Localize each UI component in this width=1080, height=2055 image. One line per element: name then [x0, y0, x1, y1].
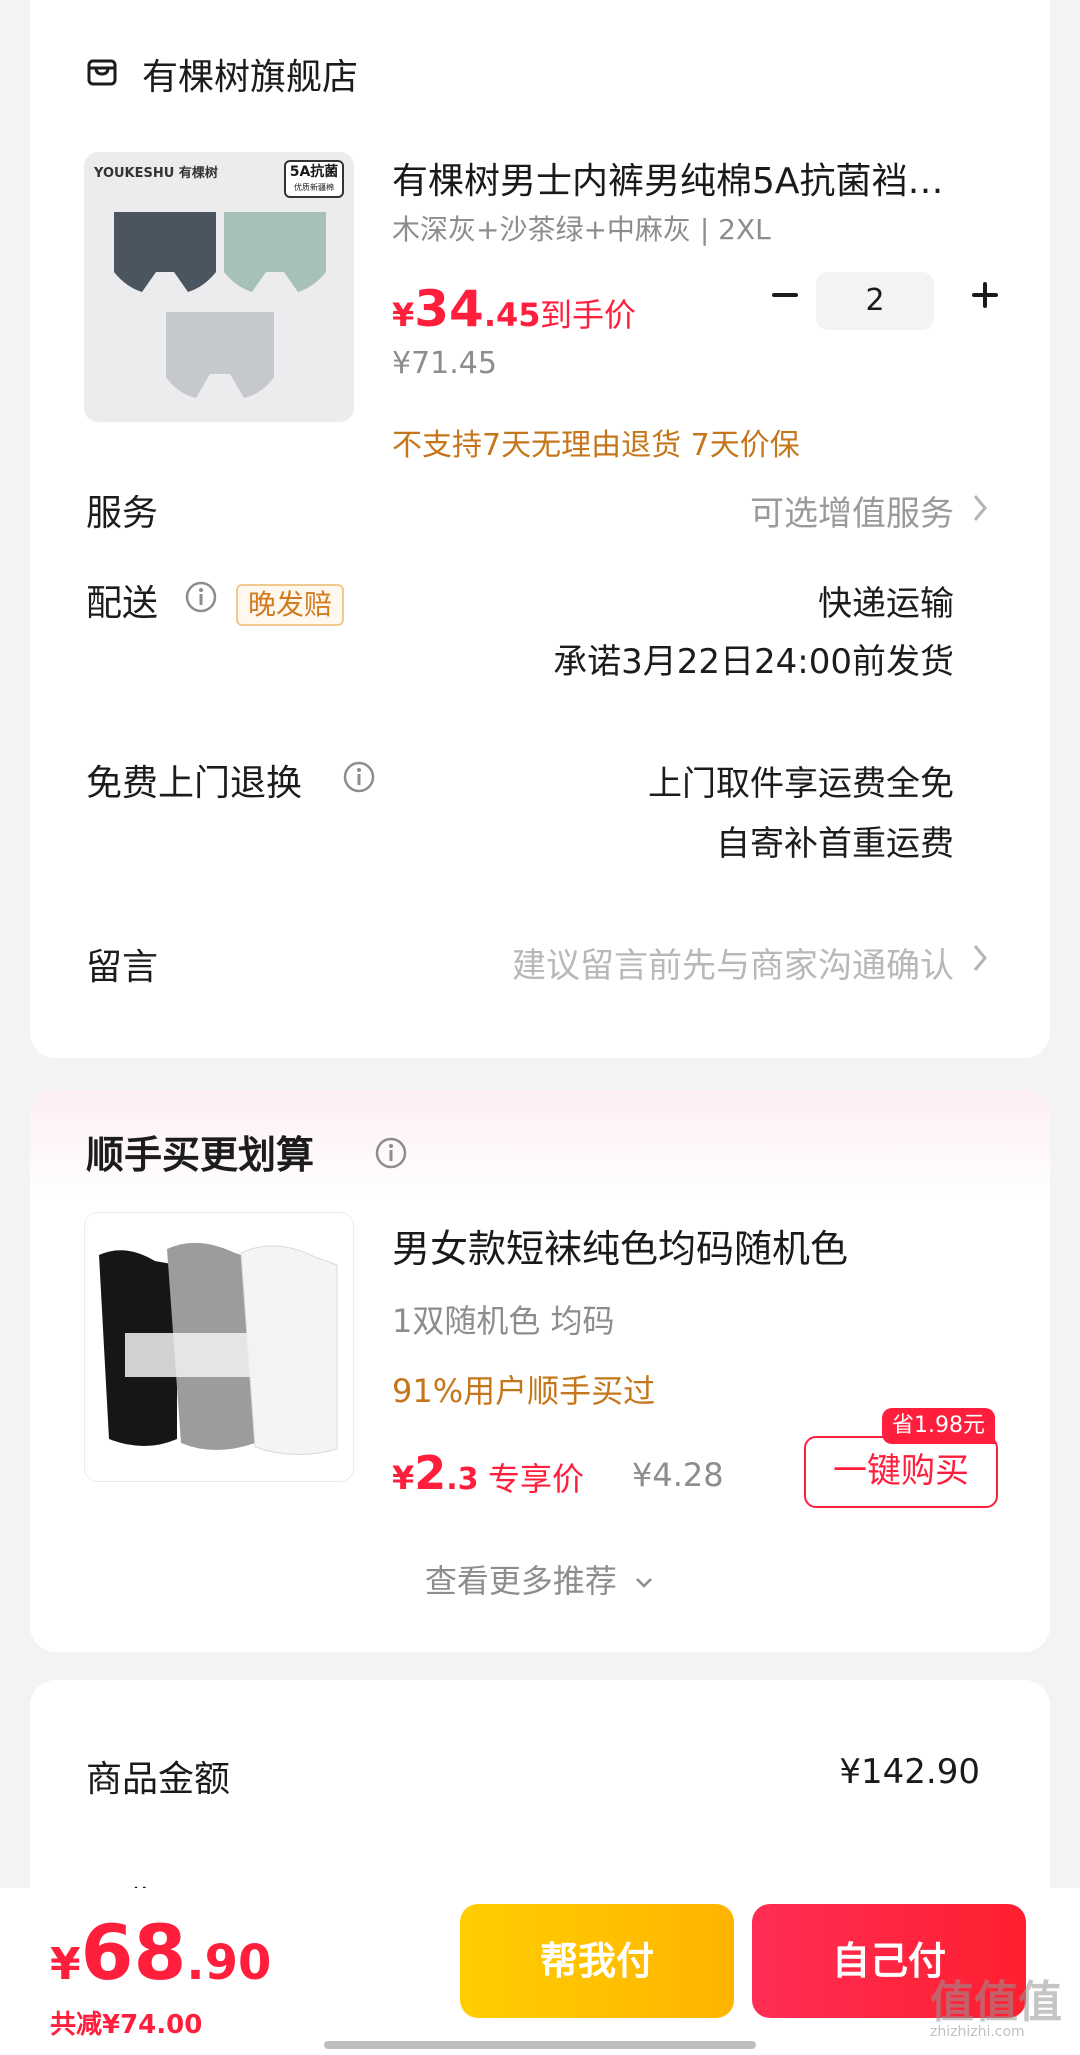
store-icon — [87, 59, 117, 86]
addon-card: 顺手买更划算 男女款短袜纯色均码随机色 1双随机色 均码 91%用户顺手买过 ¥… — [30, 1090, 1050, 1652]
order-card: 有棵树旗舰店 YOUKESHU 有棵树 5A抗菌 优质新疆棉 有棵树男士内裤男纯… — [30, 0, 1050, 1058]
chevron-down-icon — [636, 1578, 652, 1588]
product-policy: 不支持7天无理由退货 7天价保 — [392, 428, 800, 463]
return-label: 免费上门退换 — [86, 763, 303, 804]
watermark: 值值值 — [930, 1977, 1062, 2028]
addon-spec: 1双随机色 均码 — [392, 1302, 615, 1340]
price-decimal: .45 — [483, 296, 541, 334]
service-value[interactable]: 可选增值服务 — [750, 486, 954, 535]
goods-amount-label: 商品金额 — [86, 1759, 231, 1800]
quantity-input[interactable]: 2 — [816, 272, 934, 330]
more-recommendations-label: 查看更多推荐 — [424, 1562, 617, 1600]
total-discount: 共减¥74.00 — [50, 2010, 203, 2040]
goods-amount-value: ¥142.90 — [839, 1752, 980, 1792]
pay-for-me-button[interactable]: 帮我付 — [460, 1904, 734, 2018]
delivery-method: 快递运输 — [818, 584, 954, 624]
socks-image[interactable] — [84, 1212, 354, 1482]
price-decimal: .90 — [186, 1935, 272, 1991]
message-input[interactable]: 建议留言前先与商家沟通确认 — [512, 938, 954, 987]
service-label: 服务 — [86, 493, 159, 534]
message-label: 留言 — [86, 947, 159, 988]
return-line1: 上门取件享运费全免 — [648, 764, 954, 804]
product-spec[interactable]: 木深灰+沙茶绿+中麻灰 | 2XL — [392, 208, 771, 248]
addon-original-price: ¥4.28 — [632, 1456, 724, 1494]
price-tag: 到手价 — [540, 296, 637, 334]
save-badge: 省1.98元 — [882, 1408, 995, 1444]
delivery-label: 配送 — [86, 583, 159, 624]
price-integer: 68 — [80, 1908, 187, 1997]
return-line2: 自寄补首重运费 — [716, 824, 954, 864]
original-price: ¥71.45 — [392, 346, 497, 381]
chevron-right-icon[interactable] — [970, 942, 990, 974]
minus-icon[interactable] — [760, 270, 810, 320]
checkout-bar: ¥68.90 共减¥74.00 帮我付 自己付 值值值 zhizhizhi.co… — [0, 1888, 1080, 2055]
price-symbol: ¥ — [392, 296, 415, 334]
price-integer: 2 — [414, 1446, 447, 1500]
home-indicator[interactable] — [324, 2041, 756, 2049]
addon-price-tag: 专享价 — [488, 1460, 585, 1498]
delivery-promise: 承诺3月22日24:00前发货 — [553, 642, 954, 682]
chevron-right-icon[interactable] — [970, 492, 990, 524]
total-price: ¥68.90 — [50, 1908, 271, 1997]
info-icon[interactable] — [342, 760, 376, 794]
product-image[interactable]: YOUKESHU 有棵树 5A抗菌 优质新疆棉 — [84, 152, 354, 422]
price-symbol: ¥ — [50, 1939, 81, 1990]
addon-price: ¥2.3 — [392, 1446, 479, 1500]
addon-bought-rate: 91%用户顺手买过 — [392, 1372, 656, 1410]
addon-title: 顺手买更划算 — [86, 1133, 315, 1177]
underwear-illustration — [114, 212, 326, 398]
plus-icon[interactable] — [960, 270, 1010, 320]
socks-illustration — [99, 1242, 338, 1455]
late-delivery-badge: 晚发赔 — [236, 584, 345, 626]
store-name[interactable]: 有棵树旗舰店 — [142, 48, 358, 100]
info-icon[interactable] — [184, 580, 218, 614]
price-symbol: ¥ — [392, 1459, 415, 1497]
price-integer: 34 — [414, 280, 484, 338]
info-icon[interactable] — [374, 1136, 408, 1170]
watermark-url: zhizhizhi.com — [930, 2024, 1025, 2040]
price-decimal: .3 — [446, 1462, 479, 1497]
addon-product-name[interactable]: 男女款短袜纯色均码随机色 — [392, 1218, 848, 1273]
more-recommendations-link[interactable]: 查看更多推荐 — [30, 1556, 1050, 1602]
one-click-buy-button[interactable]: 一键购买 — [804, 1436, 998, 1508]
product-title[interactable]: 有棵树男士内裤男纯棉5A抗菌裆… — [392, 152, 992, 204]
product-price: ¥34.45 — [392, 280, 541, 338]
